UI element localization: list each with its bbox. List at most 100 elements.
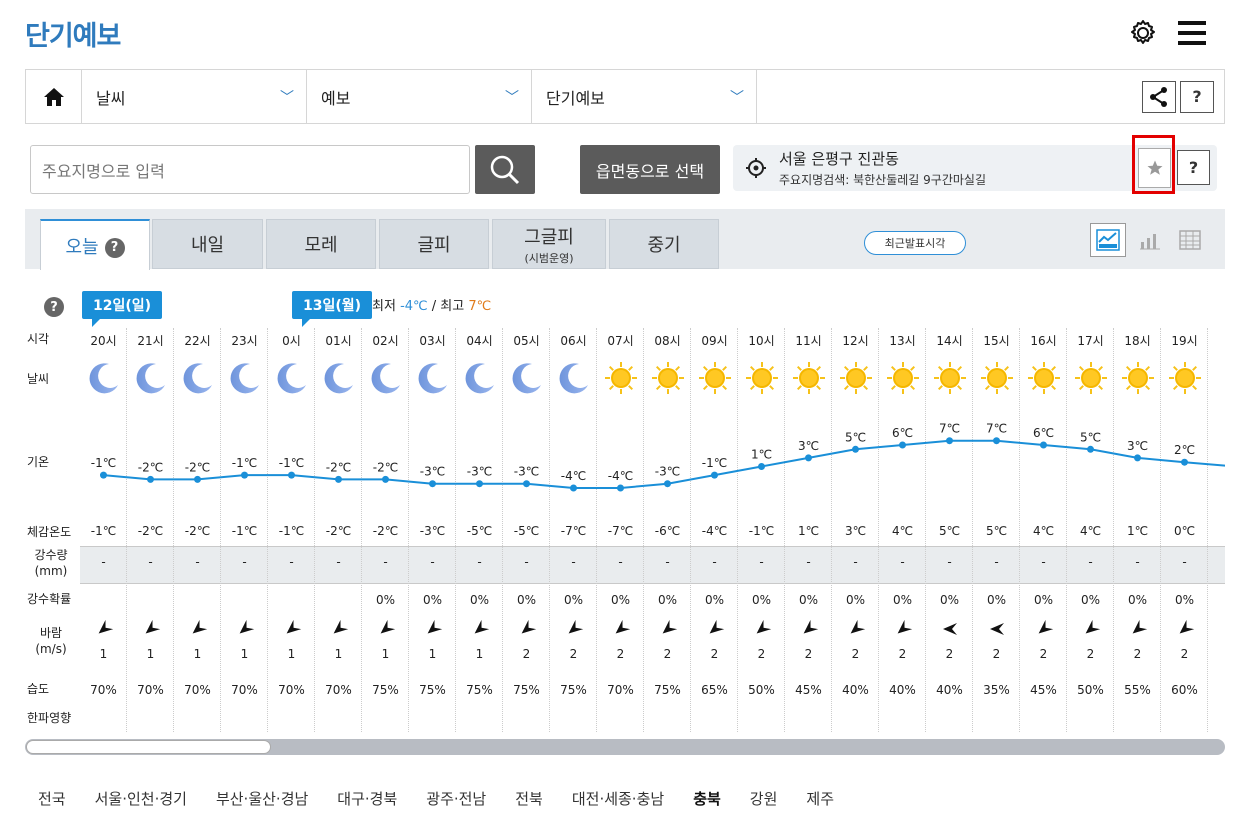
- rain-amount-value: -: [336, 555, 341, 569]
- wind-arrow-icon: [785, 619, 832, 639]
- wind-arrow-icon: [1067, 619, 1114, 639]
- temperature-point: [711, 471, 718, 479]
- humidity-value: 70%: [137, 683, 164, 697]
- tab-label: 그글피: [524, 226, 574, 248]
- temperature-label: -1℃: [279, 456, 304, 470]
- wind-speed-value: 2: [522, 647, 531, 661]
- nav-select-type[interactable]: 예보 ﹀: [307, 70, 532, 123]
- nav-select-category[interactable]: 날씨 ﹀: [82, 70, 307, 123]
- share-icon: [1150, 86, 1167, 107]
- location-sub: 주요지명검색: 북한산둘레길 9구간마실길: [779, 173, 986, 187]
- wind-arrow-icon: [550, 619, 597, 639]
- tab-4days[interactable]: 그글피 (시범운영): [492, 219, 606, 269]
- row-label-rain-prob: 강수확률: [27, 592, 72, 606]
- region-link[interactable]: 대전·세종·충남: [572, 788, 664, 809]
- temperature-point: [335, 475, 342, 483]
- humidity-value: 35%: [983, 683, 1010, 697]
- region-link[interactable]: 전국: [38, 788, 66, 809]
- temperature-point: [664, 480, 671, 488]
- day-tabs: 오늘? 내일 모레 글피 그글피 (시범운영) 중기 최근발표시각: [25, 209, 1225, 270]
- tab-label: 중기: [647, 235, 681, 256]
- rain-amount-value: -: [1041, 555, 1046, 569]
- wind-arrow-icon: [409, 619, 456, 639]
- chart-view-button[interactable]: [1090, 223, 1126, 257]
- help-icon[interactable]: ?: [44, 297, 64, 317]
- recent-release-button[interactable]: 최근발표시각: [864, 231, 966, 255]
- share-button[interactable]: [1142, 80, 1176, 113]
- temperature-point: [758, 463, 765, 470]
- rain-prob-value: 0%: [798, 593, 819, 607]
- temperature-label: -4℃: [561, 469, 586, 483]
- region-link[interactable]: 충북: [693, 788, 721, 809]
- nav-select-forecast[interactable]: 단기예보 ﹀: [532, 70, 757, 123]
- wind-speed-value: 1: [381, 647, 390, 661]
- rain-amount-value: -: [242, 555, 247, 569]
- rain-prob-value: 0%: [422, 593, 443, 607]
- tab-midterm[interactable]: 중기: [609, 219, 719, 269]
- nav-select-label: 날씨: [96, 88, 126, 108]
- region-select-button[interactable]: 읍면동으로 선택: [580, 145, 720, 194]
- location-target-icon[interactable]: [733, 158, 779, 178]
- region-link[interactable]: 전북: [515, 788, 543, 809]
- wind-speed-value: 2: [1086, 647, 1095, 661]
- region-link[interactable]: 대구·경북: [337, 788, 397, 809]
- humidity-value: 75%: [513, 683, 540, 697]
- tab-today[interactable]: 오늘?: [40, 219, 150, 270]
- help-icon[interactable]: ?: [104, 237, 125, 258]
- rain-prob-value: 0%: [1174, 593, 1195, 607]
- region-link[interactable]: 제주: [806, 788, 834, 809]
- humidity-value: 40%: [936, 683, 963, 697]
- rain-amount-value: -: [477, 555, 482, 569]
- chevron-down-icon: ﹀: [730, 89, 744, 106]
- forecast-columns: 20시 -1℃ -1 70% 21시 -2℃ -1 70% 22시 -2℃ -1 70% 23시 -1℃ -…: [80, 283, 1225, 733]
- row-label-temp: 기온: [27, 455, 50, 469]
- gear-icon[interactable]: [1128, 18, 1158, 48]
- tab-3days[interactable]: 글피: [379, 219, 489, 269]
- horizontal-scrollbar[interactable]: [25, 739, 1225, 755]
- temperature-point: [805, 454, 812, 462]
- region-link[interactable]: 강원: [750, 788, 778, 809]
- rain-amount-value: -: [712, 555, 717, 569]
- temperature-label: 7℃: [939, 422, 960, 436]
- wind-unit: (m/s): [35, 641, 67, 656]
- table-view-button[interactable]: [1172, 223, 1208, 257]
- temperature-point: [1040, 441, 1047, 449]
- region-link[interactable]: 부산·울산·경남: [216, 788, 308, 809]
- scroll-thumb[interactable]: [26, 740, 271, 754]
- humidity-value: 50%: [1077, 683, 1104, 697]
- humidity-value: 60%: [1171, 683, 1198, 697]
- region-link[interactable]: 광주·전남: [426, 788, 486, 809]
- row-label-weather: 날씨: [27, 372, 50, 386]
- temperature-label: -2℃: [326, 460, 351, 474]
- humidity-value: 70%: [184, 683, 211, 697]
- row-label-cold: 한파영향: [27, 711, 72, 725]
- wind-speed-value: 2: [1180, 647, 1189, 661]
- temperature-label: -1℃: [702, 456, 727, 470]
- rain-amount-value: -: [1088, 555, 1093, 569]
- search-button[interactable]: [475, 145, 535, 194]
- wind-speed-value: 1: [99, 647, 108, 661]
- temperature-label: 6℃: [1033, 426, 1054, 440]
- search-icon: [490, 155, 520, 184]
- rain-amount-value: -: [148, 555, 153, 569]
- wind-arrow-icon: [456, 619, 503, 639]
- wind-speed-value: 2: [804, 647, 813, 661]
- bar-view-button[interactable]: [1132, 223, 1168, 257]
- region-link[interactable]: 서울·인천·경기: [95, 788, 187, 809]
- wind-speed-value: 2: [710, 647, 719, 661]
- temperature-label: -3℃: [655, 465, 680, 479]
- menu-icon[interactable]: [1178, 20, 1206, 46]
- wind-arrow-icon: [80, 619, 127, 639]
- location-help-button[interactable]: ?: [1177, 150, 1210, 185]
- temperature-point: [147, 475, 154, 483]
- rain-amount-value: -: [853, 555, 858, 569]
- tab-tomorrow[interactable]: 내일: [152, 219, 263, 269]
- wind-arrow-icon: [926, 622, 973, 639]
- home-button[interactable]: [26, 70, 82, 123]
- search-input[interactable]: 주요지명으로 입력: [30, 145, 470, 194]
- humidity-value: 55%: [1124, 683, 1151, 697]
- help-button[interactable]: ?: [1180, 80, 1214, 113]
- temperature-label: -2℃: [185, 460, 210, 474]
- temperature-point: [523, 480, 530, 488]
- tab-day-after[interactable]: 모레: [266, 219, 376, 269]
